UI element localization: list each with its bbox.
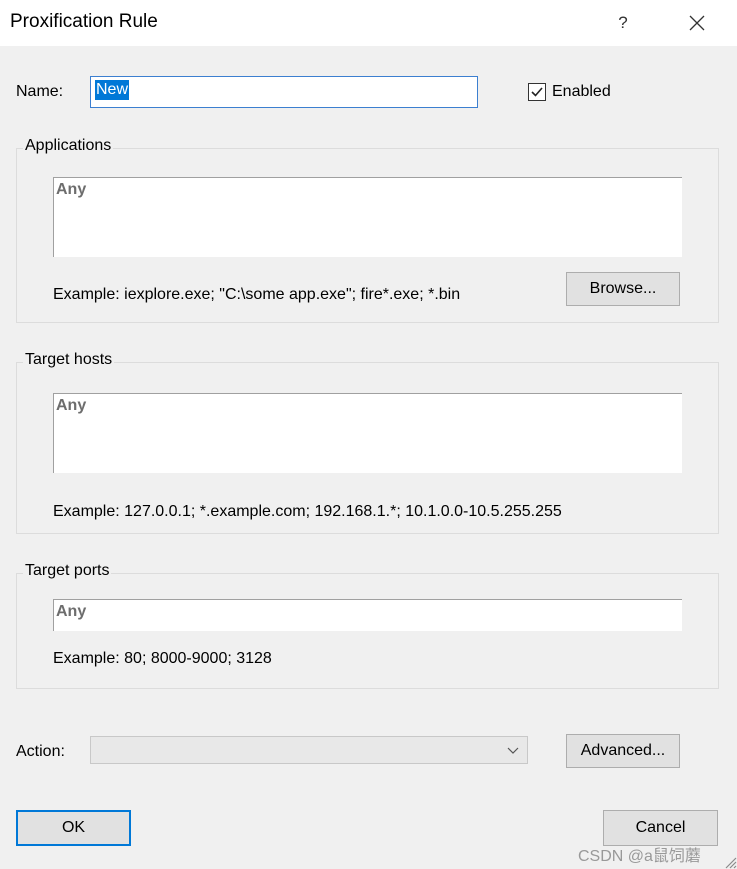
applications-example: Example: iexplore.exe; "C:\some app.exe"… — [53, 286, 461, 303]
chevron-down-icon — [507, 747, 519, 754]
target-ports-example: Example: 80; 8000-9000; 3128 — [53, 650, 272, 667]
advanced-button[interactable]: Advanced... — [566, 734, 680, 768]
close-button[interactable] — [678, 6, 716, 40]
target-hosts-group-title: Target hosts — [23, 351, 115, 369]
enabled-label[interactable]: Enabled — [552, 83, 611, 101]
target-ports-group: Target ports — [16, 562, 719, 689]
target-ports-input-value: Any — [56, 603, 87, 620]
action-label: Action: — [16, 743, 65, 760]
proxification-rule-dialog: Proxification Rule ? Name: New Enabled A… — [0, 0, 737, 869]
name-input-value: New — [95, 80, 130, 100]
window-title: Proxification Rule — [10, 11, 158, 32]
target-hosts-input-value: Any — [56, 397, 87, 414]
applications-input[interactable]: Any — [53, 177, 682, 257]
watermark: CSDN @a鼠饲蘑 — [578, 848, 701, 865]
title-bar: Proxification Rule ? — [0, 0, 737, 46]
browse-button[interactable]: Browse... — [566, 272, 680, 306]
cancel-button[interactable]: Cancel — [603, 810, 718, 846]
resize-grip-icon[interactable] — [721, 853, 737, 869]
target-hosts-example: Example: 127.0.0.1; *.example.com; 192.1… — [53, 503, 562, 520]
target-ports-input[interactable]: Any — [53, 599, 682, 631]
applications-group-title: Applications — [23, 137, 114, 155]
help-button[interactable]: ? — [604, 6, 642, 40]
action-select[interactable] — [90, 736, 528, 764]
applications-input-value: Any — [56, 181, 87, 198]
target-hosts-input[interactable]: Any — [53, 393, 682, 473]
name-input[interactable]: New — [90, 76, 478, 108]
ok-button[interactable]: OK — [16, 810, 131, 846]
checkmark-icon — [531, 87, 543, 97]
name-label: Name: — [16, 83, 64, 100]
enabled-checkbox[interactable] — [528, 83, 546, 101]
close-icon — [689, 15, 705, 31]
target-ports-group-title: Target ports — [23, 562, 112, 580]
